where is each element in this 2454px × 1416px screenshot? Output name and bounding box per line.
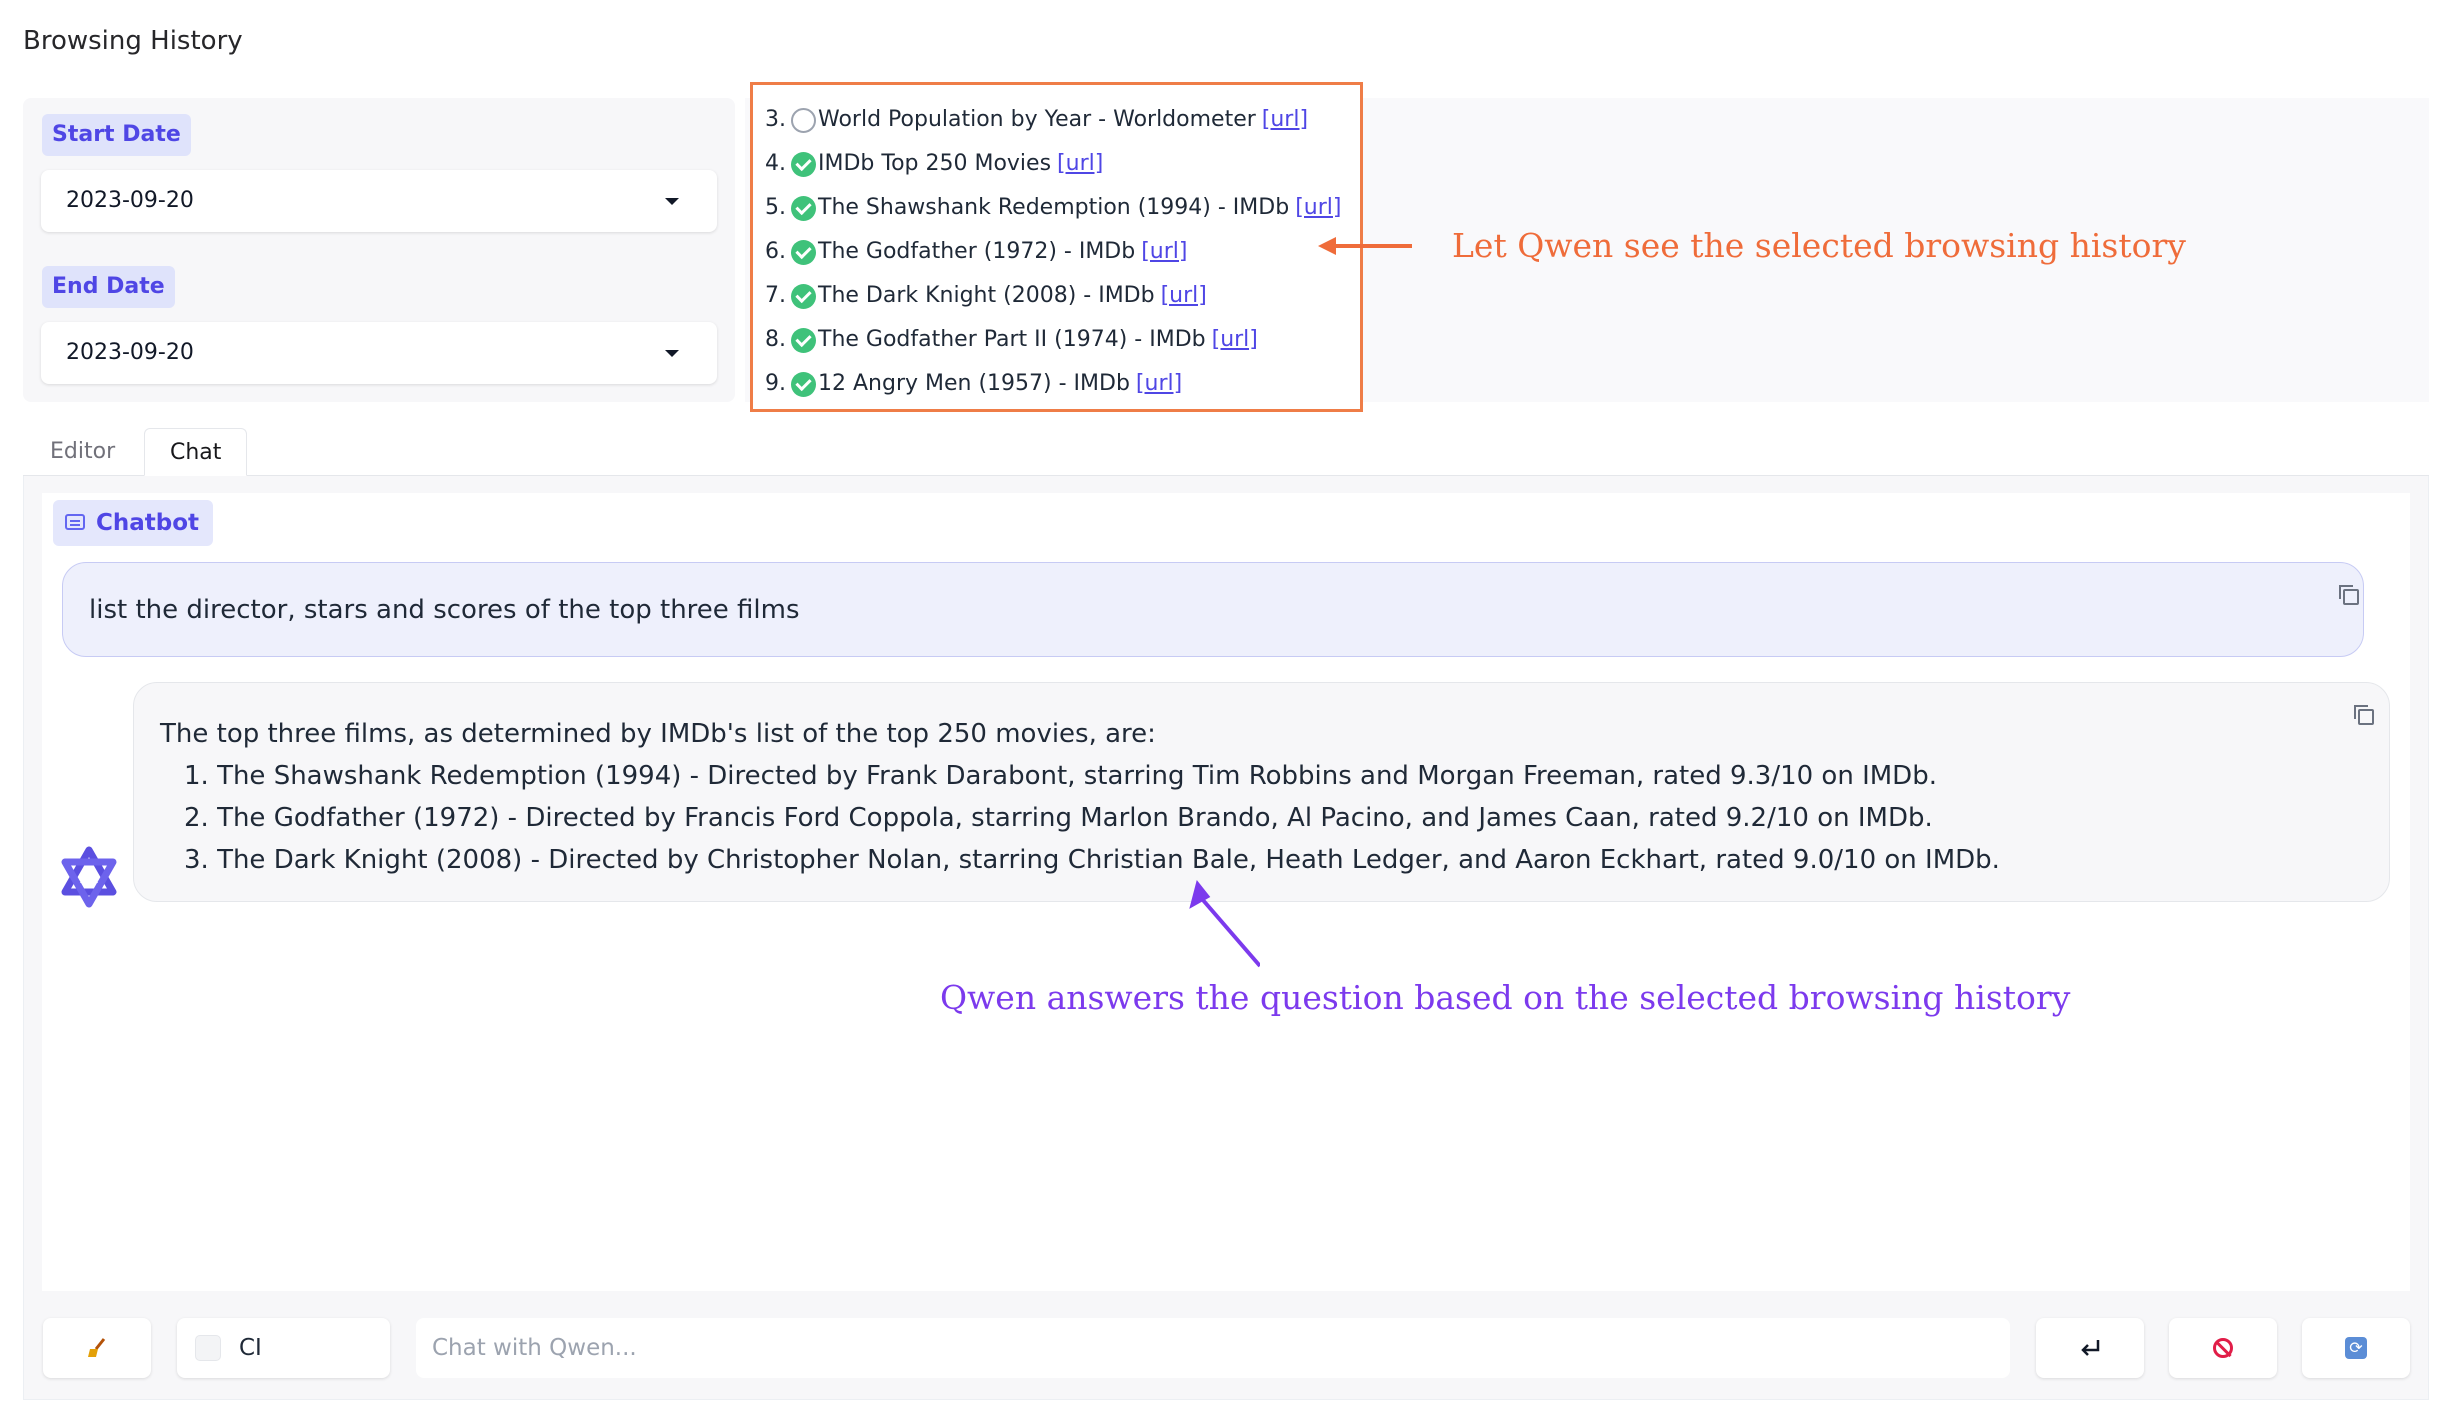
chat-input[interactable]	[416, 1318, 2010, 1378]
clear-button[interactable]	[43, 1318, 151, 1378]
history-item: 8. The Godfather Part II (1974) - IMDb […	[765, 325, 1258, 355]
history-item: 9. 12 Angry Men (1957) - IMDb [url]	[765, 369, 1182, 399]
history-item-title: IMDb Top 250 Movies	[818, 151, 1052, 176]
start-date-label: Start Date	[42, 114, 191, 156]
chevron-down-icon	[665, 198, 679, 205]
history-item-link[interactable]: [url]	[1141, 237, 1187, 267]
history-item-link[interactable]: [url]	[1295, 193, 1341, 223]
user-message-text: list the director, stars and scores of t…	[89, 595, 800, 625]
check-circle-icon[interactable]	[791, 371, 816, 397]
bot-message-item: 1. The Shawshank Redemption (1994) - Dir…	[184, 761, 1937, 791]
end-date-label: End Date	[42, 266, 175, 308]
user-message: list the director, stars and scores of t…	[62, 562, 2364, 657]
history-item: 7. The Dark Knight (2008) - IMDb [url]	[765, 281, 1207, 311]
check-circle-icon[interactable]	[791, 151, 816, 177]
chat-bubble-icon	[65, 514, 85, 530]
history-item-title: The Godfather Part II (1974) - IMDb	[818, 327, 1206, 352]
send-button[interactable]	[2036, 1318, 2144, 1378]
history-item-number: 5.	[765, 195, 786, 220]
check-circle-icon[interactable]	[791, 239, 816, 265]
bot-message-item: 3. The Dark Knight (2008) - Directed by …	[184, 845, 2000, 875]
check-circle-icon[interactable]	[791, 327, 816, 353]
end-date-select[interactable]: 2023-09-20	[41, 322, 717, 384]
start-date-value: 2023-09-20	[66, 188, 194, 213]
ci-label: CI	[239, 1335, 262, 1361]
page-title: Browsing History	[23, 26, 243, 56]
history-item: 6. The Godfather (1972) - IMDb [url]	[765, 237, 1188, 267]
annotation-bottom: Qwen answers the question based on the s…	[940, 978, 2071, 1017]
copy-icon[interactable]	[2354, 705, 2374, 725]
copy-icon[interactable]	[2339, 585, 2359, 605]
annotation-top: Let Qwen see the selected browsing histo…	[1452, 226, 2186, 265]
tab-editor[interactable]: Editor	[25, 428, 140, 476]
history-item-link[interactable]: [url]	[1161, 281, 1207, 311]
history-item-title: World Population by Year - Worldometer	[818, 107, 1256, 132]
arrow-left-icon	[1318, 237, 1412, 255]
ci-checkbox[interactable]	[195, 1335, 221, 1361]
history-item-title: The Godfather (1972) - IMDb	[818, 239, 1136, 264]
history-item-title: The Shawshank Redemption (1994) - IMDb	[818, 195, 1290, 220]
history-item: 5. The Shawshank Redemption (1994) - IMD…	[765, 193, 1341, 223]
stop-button[interactable]	[2169, 1318, 2277, 1378]
history-item-link[interactable]: [url]	[1212, 325, 1258, 355]
chevron-down-icon	[665, 350, 679, 357]
broom-icon	[88, 1338, 106, 1357]
regenerate-button[interactable]: ⟳	[2302, 1318, 2410, 1378]
end-date-value: 2023-09-20	[66, 340, 194, 365]
stop-icon	[2213, 1338, 2233, 1358]
history-item-link[interactable]: [url]	[1262, 105, 1308, 135]
tab-chat[interactable]: Chat	[144, 428, 248, 476]
history-item-link[interactable]: [url]	[1136, 369, 1182, 399]
arrow-up-left-icon	[1189, 880, 1260, 968]
history-item-number: 8.	[765, 327, 786, 352]
check-circle-icon[interactable]	[791, 283, 816, 309]
history-item-number: 3.	[765, 107, 786, 132]
regenerate-icon: ⟳	[2345, 1337, 2367, 1359]
history-item-number: 9.	[765, 371, 786, 396]
date-panel: Start Date 2023-09-20 End Date 2023-09-2…	[23, 98, 735, 402]
history-item-number: 4.	[765, 151, 786, 176]
bot-message-intro: The top three films, as determined by IM…	[160, 719, 1156, 749]
history-item: 4. IMDb Top 250 Movies [url]	[765, 149, 1103, 179]
history-item-number: 6.	[765, 239, 786, 264]
ci-toggle[interactable]: CI	[177, 1318, 390, 1378]
chatbot-label: Chatbot	[53, 500, 214, 546]
history-item-link[interactable]: [url]	[1057, 149, 1103, 179]
history-item-title: The Dark Knight (2008) - IMDb	[818, 283, 1155, 308]
chatbot-label-text: Chatbot	[96, 510, 200, 536]
bot-message-item: 2. The Godfather (1972) - Directed by Fr…	[184, 803, 1933, 833]
history-item: 3. World Population by Year - Worldomete…	[765, 105, 1308, 135]
bot-message: The top three films, as determined by IM…	[133, 682, 2390, 902]
check-circle-icon[interactable]	[791, 195, 816, 221]
unchecked-circle-icon[interactable]	[791, 107, 816, 133]
start-date-select[interactable]: 2023-09-20	[41, 170, 717, 232]
enter-icon	[2081, 1340, 2100, 1356]
qwen-avatar-icon	[61, 846, 117, 908]
history-item-number: 7.	[765, 283, 786, 308]
history-item-title: 12 Angry Men (1957) - IMDb	[818, 371, 1130, 396]
history-list: 3. World Population by Year - Worldomete…	[750, 82, 1363, 412]
